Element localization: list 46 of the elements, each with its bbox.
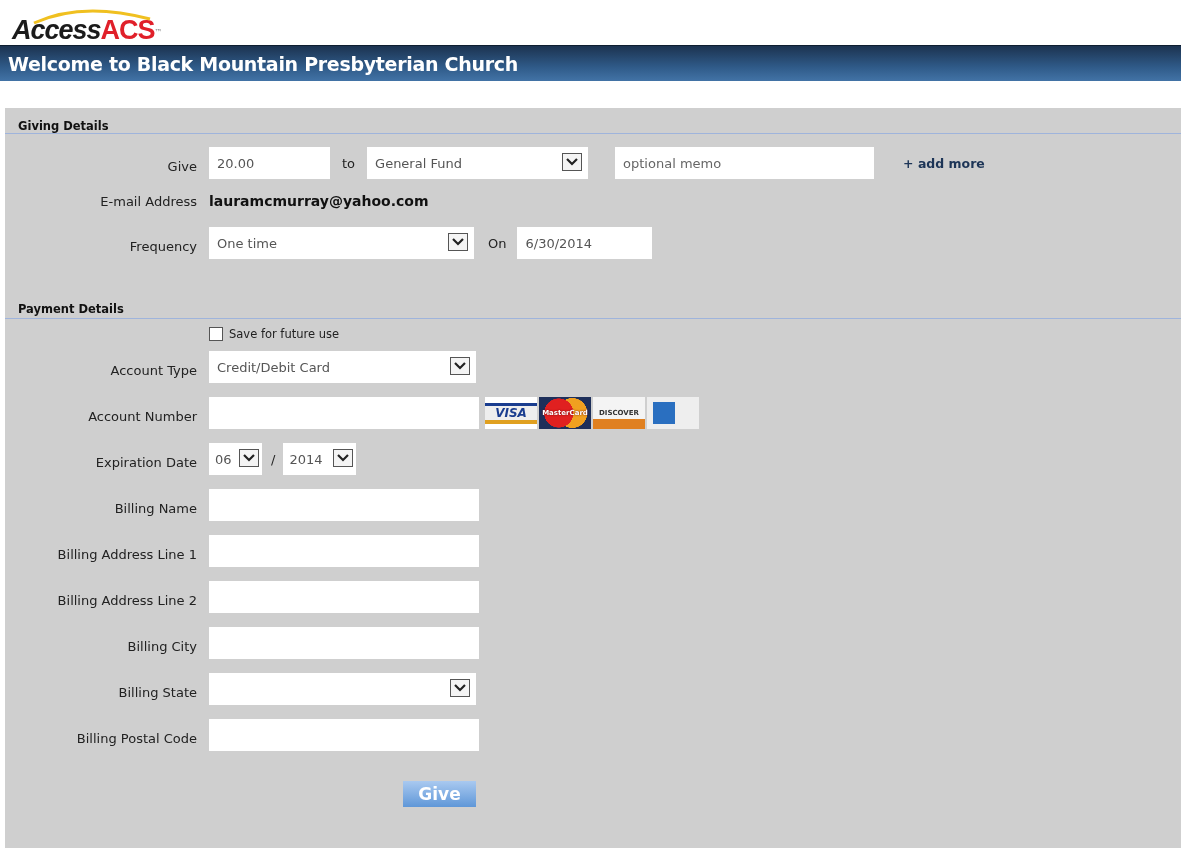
chevron-icon: [448, 232, 468, 254]
select-field[interactable]: [209, 673, 476, 705]
field-label: Billing Postal Code: [76, 729, 197, 746]
fund-select[interactable]: General Fund: [367, 147, 589, 179]
field-label: Expiration Date: [95, 453, 197, 470]
field-label: Billing State: [118, 683, 197, 700]
card-logo-icon: [647, 397, 699, 429]
chevron-icon: [450, 678, 470, 700]
to-label: to: [342, 155, 356, 171]
checkbox[interactable]: [209, 327, 223, 341]
date-field[interactable]: 6/30/2014: [517, 227, 653, 259]
add-more-link[interactable]: + add more: [903, 155, 985, 171]
chevron-icon: [333, 448, 354, 470]
frequency-select[interactable]: One time: [209, 227, 474, 259]
select-field[interactable]: Credit/Debit Card: [209, 351, 476, 383]
year-select[interactable]: 2014: [283, 443, 357, 475]
field-label: Billing Name: [114, 499, 197, 516]
text-field[interactable]: [209, 719, 479, 751]
chevron-icon: [450, 356, 470, 378]
text-field[interactable]: [209, 581, 479, 613]
month-select[interactable]: 06: [209, 443, 262, 475]
field-label: E-mail Address: [100, 193, 197, 209]
chevron-icon: [239, 448, 259, 470]
field-label: Billing City: [127, 637, 197, 654]
on-label: On: [488, 235, 507, 251]
text-field[interactable]: [209, 535, 479, 567]
separator: /: [271, 451, 276, 467]
field-label: Account Type: [110, 361, 197, 378]
section-title: Giving Details: [17, 118, 110, 133]
amount-field[interactable]: 20.00: [209, 147, 330, 179]
card-logo: VISA: [485, 397, 537, 429]
chevron-icon: [562, 152, 583, 174]
email-value: lauramcmurray@yahoo.com: [209, 193, 430, 209]
field-label: Frequency: [129, 237, 197, 254]
checkbox-label: Save for future use: [229, 327, 340, 341]
field-label: Billing Address Line 2: [57, 591, 197, 608]
field-label: Give: [167, 157, 197, 174]
section-title: Payment Details: [17, 301, 125, 318]
account-number-field[interactable]: [209, 397, 479, 429]
page-title: Welcome to Black Mountain Presbyterian Church: [8, 52, 518, 75]
logo: AccessACS™: [12, 7, 163, 45]
text-field[interactable]: [209, 489, 479, 521]
field-label: Account Number: [88, 407, 197, 424]
field-label: Billing Address Line 1: [57, 545, 197, 562]
text-field[interactable]: [209, 627, 479, 659]
memo-field[interactable]: optional memo: [615, 147, 875, 179]
